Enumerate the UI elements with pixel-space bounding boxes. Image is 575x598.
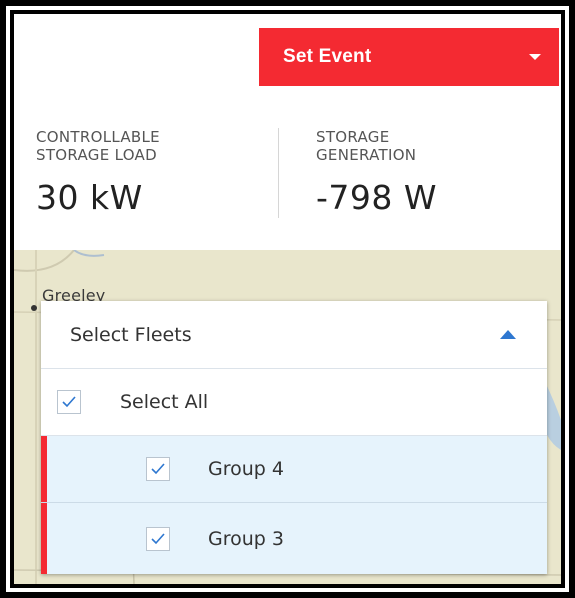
select-all-checkbox[interactable] bbox=[57, 390, 81, 414]
check-icon bbox=[151, 463, 165, 475]
fleet-option-label: Group 4 bbox=[208, 458, 284, 480]
city-marker-icon bbox=[31, 305, 37, 311]
fleet-option-label: Group 3 bbox=[208, 527, 284, 550]
metric-value: 30 kW bbox=[36, 178, 143, 217]
chevron-up-icon[interactable] bbox=[500, 330, 516, 339]
set-event-label: Set Event bbox=[283, 46, 372, 67]
metric-label: CONTROLLABLE STORAGE LOAD bbox=[36, 128, 236, 164]
fleet-option-group-4[interactable]: Group 4 bbox=[41, 436, 547, 503]
select-fleets-title: Select Fleets bbox=[70, 323, 192, 346]
check-icon bbox=[151, 532, 165, 544]
controllable-storage-load-metric: CONTROLLABLE STORAGE LOAD 30 kW bbox=[36, 128, 236, 217]
selected-indicator bbox=[41, 503, 47, 574]
select-fleets-toggle[interactable]: Select Fleets bbox=[41, 301, 547, 369]
metric-label-line2: GENERATION bbox=[316, 146, 417, 164]
set-event-button[interactable]: Set Event bbox=[259, 28, 559, 86]
select-all-label: Select All bbox=[120, 391, 209, 413]
metric-label: STORAGE GENERATION bbox=[316, 128, 516, 164]
dashboard-panel: Set Event CONTROLLABLE STORAGE LOAD 30 k… bbox=[14, 14, 561, 584]
metric-label-line2: STORAGE LOAD bbox=[36, 146, 157, 164]
fleet-option-group-3[interactable]: Group 3 bbox=[41, 503, 547, 574]
group-4-checkbox[interactable] bbox=[146, 457, 170, 481]
selected-indicator bbox=[41, 436, 47, 502]
metric-divider bbox=[278, 128, 279, 218]
select-all-option[interactable]: Select All bbox=[41, 369, 547, 436]
metric-label-line1: STORAGE bbox=[316, 128, 390, 146]
metric-value: -798 W bbox=[316, 178, 438, 217]
check-icon bbox=[62, 396, 76, 408]
chevron-down-icon bbox=[529, 54, 541, 60]
select-fleets-dropdown: Select Fleets Select All Group 4 Group 3 bbox=[41, 301, 547, 574]
group-3-checkbox[interactable] bbox=[146, 526, 170, 551]
metric-label-line1: CONTROLLABLE bbox=[36, 128, 160, 146]
storage-generation-metric: STORAGE GENERATION -798 W bbox=[316, 128, 516, 217]
